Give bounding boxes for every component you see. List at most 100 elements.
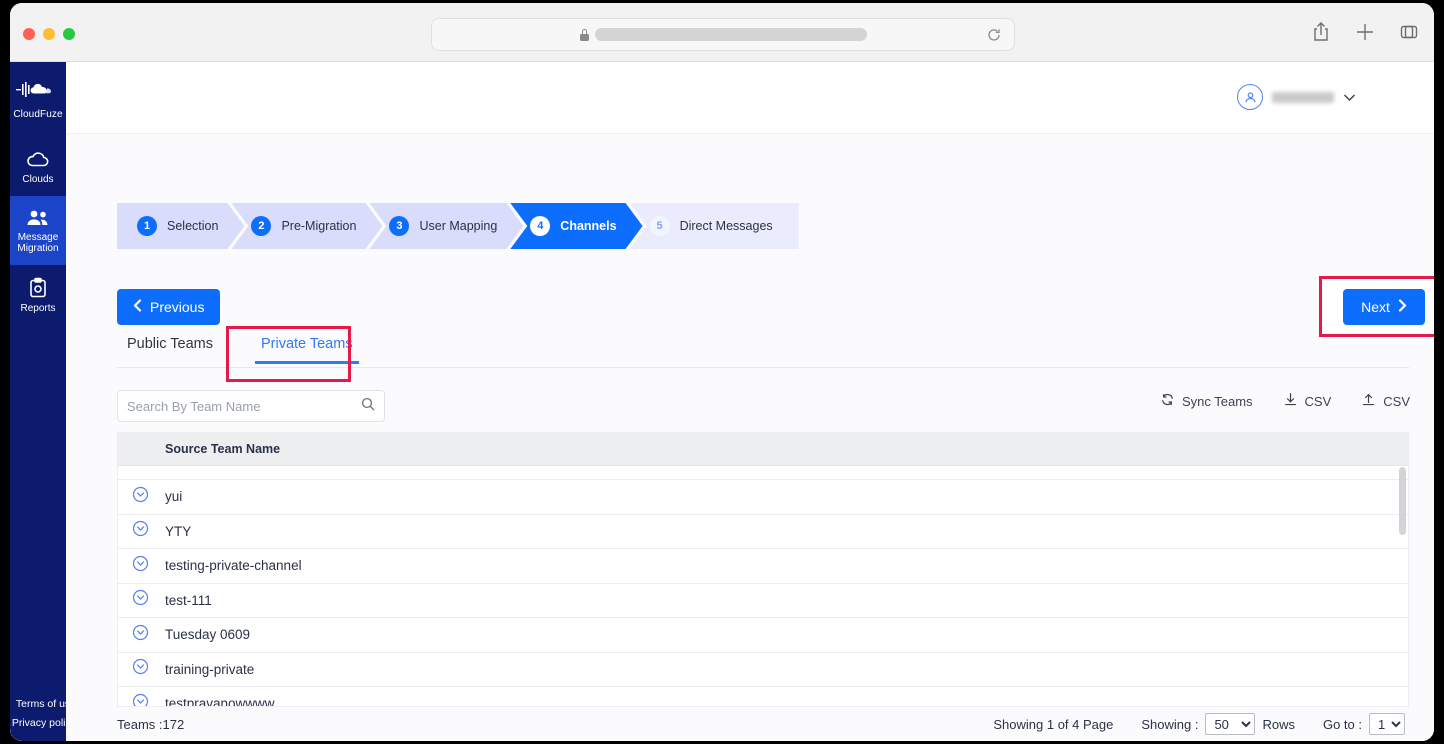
table-row[interactable]: YTY <box>118 515 1408 550</box>
refresh-icon <box>1160 392 1175 410</box>
chevron-down-circle-icon <box>132 693 149 707</box>
row-source-team-name: YTY <box>162 524 191 539</box>
next-button[interactable]: Next <box>1343 289 1425 325</box>
teams-table: Source Team Name yuiYTYtesting-private-c… <box>117 432 1409 707</box>
step-user-mapping[interactable]: 3 User Mapping <box>369 203 523 249</box>
chevron-down-circle-icon <box>132 658 149 680</box>
chevron-down-circle-icon <box>132 624 149 646</box>
goto-label: Go to : <box>1323 717 1362 732</box>
row-expand-button[interactable] <box>118 555 162 577</box>
lock-icon <box>580 29 589 41</box>
step-selection[interactable]: 1 Selection <box>117 203 244 249</box>
rows-per-page-select[interactable]: 102550100 <box>1205 713 1255 735</box>
table-row[interactable]: Tuesday 0609 <box>118 618 1408 653</box>
cloud-icon <box>12 150 64 170</box>
tab-overview-icon[interactable] <box>1399 21 1419 48</box>
step-label: User Mapping <box>419 219 497 233</box>
previous-button-label: Previous <box>150 299 204 315</box>
left-sidebar: CloudFuze Clouds <box>10 62 66 741</box>
window-traffic-lights <box>23 28 75 40</box>
chevron-down-circle-icon <box>132 589 149 611</box>
upload-icon <box>1361 392 1376 410</box>
next-button-label: Next <box>1361 299 1390 315</box>
step-pre-migration[interactable]: 2 Pre-Migration <box>231 203 382 249</box>
download-csv-button[interactable]: CSV <box>1283 392 1332 410</box>
chevron-left-icon <box>133 299 142 315</box>
goto-page-select[interactable]: 1234 <box>1369 713 1405 735</box>
table-row[interactable]: testing-private-channel <box>118 549 1408 584</box>
table-body: yui YTY testing-private-channel test-111 Tue… <box>118 480 1408 707</box>
row-expand-button[interactable] <box>118 589 162 611</box>
minimize-window-button[interactable] <box>43 28 55 40</box>
new-tab-icon[interactable] <box>1355 21 1375 48</box>
teams-tabs: Public Teams Private Teams <box>117 332 1409 368</box>
previous-button[interactable]: Previous <box>117 289 220 325</box>
showing-page-label: Showing 1 of 4 Page <box>993 717 1113 732</box>
table-row[interactable]: yui <box>118 480 1408 515</box>
browser-window: CloudFuze Clouds <box>10 3 1434 741</box>
clipboard-icon <box>12 277 64 299</box>
table-row[interactable]: testpravanowwww <box>118 687 1408 707</box>
main-content: 1 Selection 2 Pre-Migration 3 User Mappi… <box>66 134 1434 741</box>
application-root: CloudFuze Clouds <box>10 62 1434 741</box>
sync-teams-label: Sync Teams <box>1182 394 1253 409</box>
account-menu[interactable] <box>1237 84 1356 110</box>
showing-label: Showing : <box>1141 717 1198 732</box>
table-scrollbar[interactable] <box>1399 467 1406 705</box>
close-window-button[interactable] <box>23 28 35 40</box>
brand-name: CloudFuze <box>10 109 66 120</box>
address-bar[interactable] <box>431 18 1015 51</box>
upload-csv-button[interactable]: CSV <box>1361 392 1410 410</box>
step-label: Pre-Migration <box>281 219 356 233</box>
row-expand-button[interactable] <box>118 624 162 646</box>
sidebar-item-reports[interactable]: Reports <box>10 265 66 325</box>
upload-csv-label: CSV <box>1383 394 1410 409</box>
table-scrollbar-thumb[interactable] <box>1399 467 1406 535</box>
row-source-team-name: yui <box>162 489 182 504</box>
search-team-box[interactable] <box>117 390 385 422</box>
browser-toolbar <box>10 3 1434 62</box>
download-icon <box>1283 392 1298 410</box>
step-channels[interactable]: 4 Channels <box>510 203 642 249</box>
rows-per-page-group: Showing : 102550100 Rows <box>1141 713 1295 735</box>
goto-page-group: Go to : 1234 <box>1323 713 1405 735</box>
maximize-window-button[interactable] <box>63 28 75 40</box>
table-row[interactable]: training-private <box>118 653 1408 688</box>
sidebar-item-message-migration[interactable]: MessageMigration <box>10 196 66 265</box>
step-direct-messages[interactable]: 5 Direct Messages <box>630 203 799 249</box>
chevron-down-circle-icon <box>132 520 149 542</box>
row-expand-button[interactable] <box>118 693 162 707</box>
search-input[interactable] <box>127 399 361 414</box>
brand-logo: CloudFuze <box>10 62 66 120</box>
table-row[interactable]: test-111 <box>118 584 1408 619</box>
reload-icon[interactable] <box>986 27 1002 43</box>
row-expand-button[interactable] <box>118 658 162 680</box>
sidebar-item-label-reports: Reports <box>12 303 64 315</box>
row-expand-button[interactable] <box>118 486 162 508</box>
sidebar-item-clouds[interactable]: Clouds <box>10 138 66 196</box>
next-button-highlight: Next <box>1319 276 1434 337</box>
tab-public-teams[interactable]: Public Teams <box>117 332 223 364</box>
chevron-down-icon <box>1343 91 1356 104</box>
rows-label: Rows <box>1262 717 1295 732</box>
step-label: Channels <box>560 219 616 233</box>
table-footer: Teams :172 Showing 1 of 4 Page Showing :… <box>117 707 1409 741</box>
row-source-team-name: test-111 <box>162 593 212 608</box>
sync-teams-button[interactable]: Sync Teams <box>1160 392 1253 410</box>
account-name-redacted <box>1272 92 1334 103</box>
step-label: Selection <box>167 219 218 233</box>
row-source-team-name: Tuesday 0609 <box>162 627 250 642</box>
url-text-redacted <box>595 28 867 41</box>
row-source-team-name: training-private <box>162 662 254 677</box>
step-number: 1 <box>137 216 157 236</box>
share-icon[interactable] <box>1311 21 1331 48</box>
chevron-down-circle-icon <box>132 555 149 577</box>
migration-stepper: 1 Selection 2 Pre-Migration 3 User Mappi… <box>117 203 799 249</box>
row-source-team-name: testing-private-channel <box>162 558 302 573</box>
sidebar-item-label-clouds: Clouds <box>12 174 64 186</box>
table-toolbar: Sync Teams CSV CSV <box>1160 392 1410 410</box>
row-expand-button[interactable] <box>118 520 162 542</box>
tab-private-teams[interactable]: Private Teams <box>251 332 363 364</box>
step-label: Direct Messages <box>680 219 773 233</box>
search-icon[interactable] <box>361 397 375 416</box>
